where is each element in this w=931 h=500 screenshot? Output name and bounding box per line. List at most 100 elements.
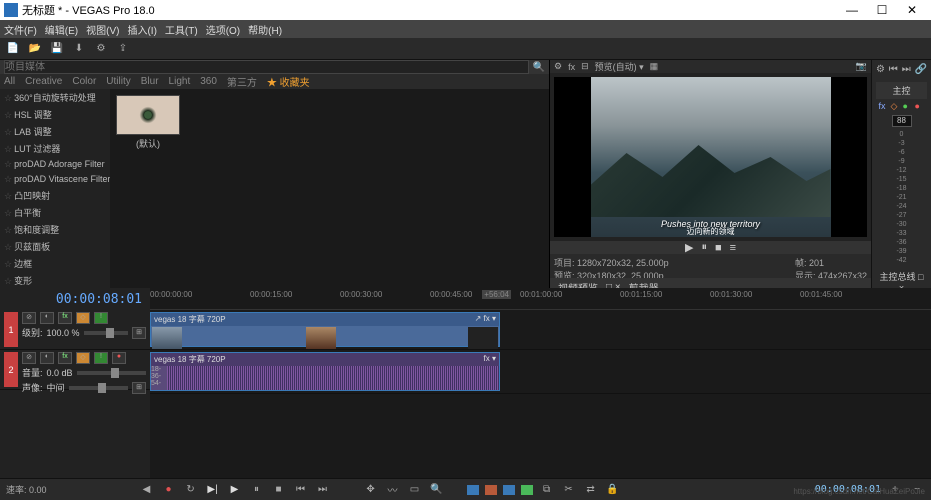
selection-edit-icon[interactable]: ▭ [407,483,423,497]
fx-tab-utility[interactable]: Utility [106,76,130,87]
link-icon[interactable]: 🔗 [915,64,927,75]
track-fx-button[interactable]: fx [58,312,72,324]
mute-icon[interactable]: ◇ [891,101,901,111]
fx-item[interactable]: ☆proDAD Adorage Filter [0,157,110,172]
fx-tab-color[interactable]: Color [72,76,96,87]
fx-item[interactable]: ☆白平衡 [0,204,110,221]
menu-file[interactable]: 文件(F) [4,22,37,37]
new-icon[interactable]: 📄 [6,42,20,56]
search-icon[interactable]: 🔍 [533,62,545,73]
preview-fx-icon[interactable]: fx [568,62,575,72]
save-icon[interactable]: 💾 [50,42,64,56]
audio-track-header[interactable]: 2 ⊘ ◐ fx ◇ ! ● 音量: 0.0 dB [0,350,150,390]
fx-search-input[interactable] [4,60,529,74]
auto-ripple-icon[interactable]: ⇄ [583,483,599,497]
scroll-left-icon[interactable]: ◀ [139,483,155,497]
fx-icon[interactable]: fx [879,101,889,111]
snap-color-3[interactable] [503,485,515,495]
solo-button[interactable]: ! [94,312,108,324]
expand-icon[interactable]: ⊞ [132,382,146,394]
preview-settings-icon[interactable]: ⚙ [554,61,562,72]
split-icon[interactable]: ⊟ [581,61,589,72]
menu-insert[interactable]: 插入(I) [127,22,156,37]
timecode-display[interactable]: 00:00:08:01 [56,292,142,307]
bypass-fx-button[interactable]: ⊘ [22,352,36,364]
zoom-slider[interactable] [84,331,128,335]
menu-options[interactable]: 选项(O) [206,22,240,37]
timeline-ruler[interactable]: 00:00:00:00 00:00:15:00 00:00:30:00 00:0… [150,288,931,310]
fx-tab-all[interactable]: All [4,76,15,87]
fx-preset-thumb[interactable]: (默认) [116,95,180,150]
video-track-header[interactable]: 1 ⊘ ◐ fx ◇ ! 级别: 100.0 % ⊞ [0,310,150,350]
preview-quality-dropdown[interactable]: 预览(自动) ▾ [595,60,644,73]
fx-item[interactable]: ☆HSL 调整 [0,106,110,123]
solo-button[interactable]: ! [94,352,108,364]
automation-button[interactable]: ◐ [40,312,54,324]
open-icon[interactable]: 📂 [28,42,42,56]
play-from-start-button[interactable]: ▶| [205,483,221,497]
fx-tab-creative[interactable]: Creative [25,76,62,87]
fx-item[interactable]: ☆360°自动旋转动处理 [0,89,110,106]
properties-icon[interactable]: ⚙ [94,42,108,56]
fx-tab-fav[interactable]: ★ 收藏夹 [267,74,310,89]
video-clip[interactable]: vegas 18 字幕 720P↗ fx ▾ [150,312,500,347]
render-icon[interactable]: ⬇ [72,42,86,56]
play-button[interactable]: ▶ [685,241,693,254]
gear-icon[interactable]: ⚙ [876,64,885,75]
play-button[interactable]: ▶ [227,483,243,497]
record-button[interactable]: ● [161,483,177,497]
fx-tab-light[interactable]: Light [169,76,191,87]
record-arm-button[interactable]: ● [112,352,126,364]
expand-icon[interactable]: ⊞ [132,327,146,339]
bypass-fx-button[interactable]: ⊘ [22,312,36,324]
ripple-icon[interactable]: ✂ [561,483,577,497]
next-icon[interactable]: ⏭ [902,64,911,75]
fx-item[interactable]: ☆凸凹映射 [0,187,110,204]
fx-item[interactable]: ☆贝兹面板 [0,238,110,255]
volume-slider[interactable] [77,371,146,375]
pause-button[interactable]: ⏸ [701,241,707,254]
fx-item[interactable]: ☆LAB 调整 [0,123,110,140]
pan-slider[interactable] [69,386,128,390]
close-button[interactable]: ✕ [897,3,927,17]
preview-viewport[interactable]: Pushes into new territory 迈向新的领域 [554,77,867,237]
fx-tab-3rd[interactable]: 第三方 [227,74,257,89]
stop-button[interactable]: ■ [271,483,287,497]
upload-icon[interactable]: ⇪ [116,42,130,56]
mute-button[interactable]: ◇ [76,352,90,364]
mute-button[interactable]: ◇ [76,312,90,324]
go-start-button[interactable]: ⏮ [293,483,309,497]
fx-item[interactable]: ☆proDAD Vitascene Filter [0,172,110,187]
snap-color-1[interactable] [467,485,479,495]
snap-color-4[interactable] [521,485,533,495]
normal-edit-icon[interactable]: ✥ [363,483,379,497]
pause-button[interactable]: ⏸ [249,483,265,497]
fx-item[interactable]: ☆饱和度调整 [0,221,110,238]
envelope-edit-icon[interactable]: 〰 [385,483,401,497]
go-end-button[interactable]: ⏭ [315,483,331,497]
timeline-content[interactable]: vegas 18 字幕 720P↗ fx ▾ vegas 18 字幕 720Pf… [150,310,931,478]
fx-tab-blur[interactable]: Blur [141,76,159,87]
fx-item[interactable]: ☆LUT 过滤器 [0,140,110,157]
stop-button[interactable]: ■ [715,242,722,254]
fx-tab-360[interactable]: 360 [200,76,217,87]
loop-button[interactable]: ↻ [183,483,199,497]
lock-icon[interactable]: 🔒 [605,483,621,497]
audio-clip[interactable]: vegas 18 字幕 720Pfx ▾ 18-36-54- [150,352,500,391]
snap-color-2[interactable] [485,485,497,495]
menu-tools[interactable]: 工具(T) [165,22,198,37]
minimize-button[interactable]: — [837,3,867,17]
prev-icon[interactable]: ⏮ [889,64,898,75]
automation-button[interactable]: ◐ [40,352,54,364]
menu-view[interactable]: 视图(V) [86,22,119,37]
menu-edit[interactable]: 编辑(E) [45,22,78,37]
zoom-edit-icon[interactable]: 🔍 [429,483,445,497]
snapshot-icon[interactable]: 📷 [856,61,867,72]
menu-icon[interactable]: ≡ [730,242,736,254]
fx-item[interactable]: ☆变形 [0,272,110,289]
maximize-button[interactable]: ☐ [867,3,897,17]
solo-icon[interactable]: ● [903,101,913,111]
menu-help[interactable]: 帮助(H) [248,22,282,37]
overlay-icon[interactable]: ▦ [650,61,659,72]
track-fx-button[interactable]: fx [58,352,72,364]
